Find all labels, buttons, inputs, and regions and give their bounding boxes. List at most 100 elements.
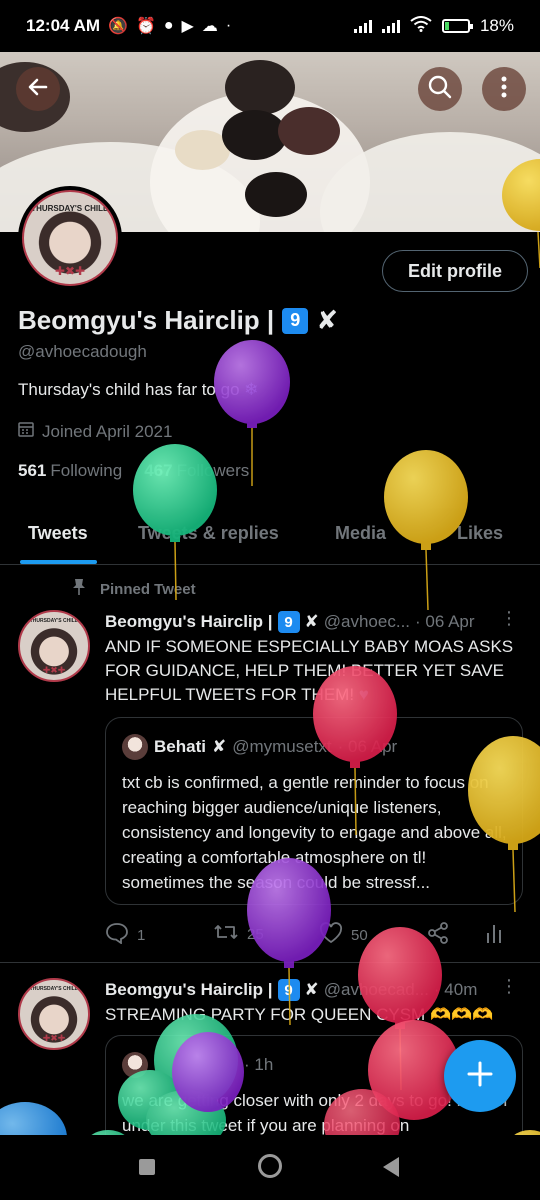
signal-icon [353, 19, 372, 33]
followers-link[interactable]: 467 Followers [144, 461, 249, 481]
tweet-more-icon[interactable]: ⋮ [500, 608, 518, 629]
number-badge: 9 [277, 611, 300, 633]
followers-count: 467 [144, 461, 173, 480]
calendar-icon [18, 421, 34, 442]
triangle-back-icon [383, 1157, 399, 1177]
signal-icon [381, 19, 400, 33]
retweet-icon [213, 922, 239, 946]
number-badge: 9 [282, 307, 309, 334]
avatar-marks: ✚✖✚ [42, 665, 66, 675]
tweet-text: AND IF SOMEONE ESPECIALLY BABY MOAS ASKS… [105, 635, 525, 707]
pinned-text: Pinned Tweet [100, 580, 196, 598]
arrow-left-icon [26, 75, 50, 104]
notification-icons: 🔕 ⏰ ● ▶ ☁ · [108, 16, 231, 36]
search-button[interactable] [418, 67, 462, 111]
more-options-button[interactable] [482, 67, 526, 111]
tweet-author-handle: @avhoecad... [323, 980, 429, 999]
tab-likes[interactable]: Likes [457, 523, 503, 544]
square-icon [139, 1159, 155, 1175]
follow-stats: 561 Following 467 Followers [18, 461, 249, 481]
tweet-text-content: STREAMING PARTY FOR QUEEN CYSM [105, 1005, 426, 1024]
analytics-button[interactable] [485, 922, 503, 948]
quoted-tweet-header: · 1h [122, 1052, 273, 1078]
analytics-icon [485, 922, 503, 948]
quoted-avatar [122, 734, 148, 760]
quoted-time: · 1h [244, 1055, 274, 1074]
alarm-icon: ⏰ [135, 18, 156, 35]
like-button[interactable]: 50 [319, 922, 368, 948]
tweet-more-icon[interactable]: ⋮ [500, 976, 518, 997]
like-count: 50 [351, 926, 368, 944]
tweet-avatar[interactable]: THURSDAY'S CHILD ✚✖✚ [18, 978, 90, 1050]
following-count: 561 [18, 461, 47, 480]
mute-icon: 🔕 [108, 18, 128, 35]
messenger-icon: ● [163, 17, 174, 34]
share-icon [427, 922, 449, 948]
compose-tweet-button[interactable] [444, 1040, 516, 1112]
system-nav-bar [0, 1135, 540, 1200]
following-link[interactable]: 561 Following [18, 461, 122, 481]
tweet-avatar[interactable]: THURSDAY'S CHILD ✚✖✚ [18, 610, 90, 682]
joined-text: Joined April 2021 [42, 421, 173, 441]
reply-icon [105, 922, 129, 948]
tweet-time: · 40m [433, 980, 478, 999]
profile-joined: Joined April 2021 [18, 421, 172, 442]
avatar-marks: ✚✖✚ [54, 264, 86, 278]
quoted-time: · 06 Apr [337, 737, 398, 756]
following-label: Following [50, 461, 123, 480]
profile-tabs: Tweets Tweets & replies Media Likes [0, 505, 540, 565]
battery-percent: 18% [479, 16, 514, 35]
tweet-divider [0, 962, 540, 963]
cross-icon: ✘ [304, 980, 319, 999]
tweet-author-name[interactable]: Beomgyu's Hairclip | [105, 980, 273, 1000]
kebab-menu-icon [501, 76, 507, 103]
tab-tweets-replies[interactable]: Tweets & replies [138, 523, 279, 544]
youtube-icon: ▶ [181, 18, 194, 35]
display-name-text: Beomgyu's Hairclip | [18, 305, 275, 335]
tweet-text: STREAMING PARTY FOR QUEEN CYSM 🫶🫶🫶 [105, 1003, 525, 1027]
recents-button[interactable] [138, 1158, 156, 1181]
battery-icon [441, 19, 473, 33]
cross-icon: ✘ [304, 612, 319, 631]
edit-profile-button[interactable]: Edit profile [382, 250, 528, 292]
back-nav-button[interactable] [382, 1156, 400, 1183]
wifi-icon [410, 15, 432, 37]
home-button[interactable] [257, 1153, 283, 1184]
quoted-avatar [122, 1052, 148, 1078]
search-icon [427, 74, 453, 105]
reply-button[interactable]: 1 [105, 922, 145, 948]
avatar-marks: ✚✖✚ [42, 1033, 66, 1043]
quoted-author-handle: @mymusetxt [232, 737, 332, 756]
retweet-button[interactable]: 25 [213, 922, 264, 946]
tweet-author-handle: @avhoec... [323, 612, 411, 631]
share-button[interactable] [427, 922, 449, 948]
tweet-header: Beomgyu's Hairclip | 9 ✘ @avhoecad... · … [105, 979, 477, 1001]
snowflake-icon: ❄ [244, 380, 259, 399]
bio-text: Thursday's child has far to go [18, 380, 240, 399]
profile-avatar[interactable]: THURSDAY'S CHILD ✚✖✚ [18, 186, 122, 290]
tab-media[interactable]: Media [335, 523, 386, 544]
profile-handle: @avhoecadough [18, 342, 147, 361]
number-badge: 9 [277, 979, 300, 1001]
tweet-author-name[interactable]: Beomgyu's Hairclip | [105, 612, 273, 632]
quoted-author-name: Behati [154, 737, 206, 756]
retweet-count: 25 [247, 925, 264, 943]
reply-count: 1 [137, 926, 146, 944]
quoted-tweet[interactable]: Behati ✘ @mymusetxt · 06 Apr txt cb is c… [105, 717, 523, 905]
active-tab-indicator [20, 560, 97, 564]
back-button[interactable] [16, 67, 60, 111]
cloud-icon: ☁ [201, 18, 218, 35]
heart-icon [319, 922, 343, 948]
profile-display-name: Beomgyu's Hairclip | 9 ✘ [18, 305, 338, 336]
avatar-caption: THURSDAY'S CHILD [31, 204, 109, 213]
tweet-text-content: AND IF SOMEONE ESPECIALLY BABY MOAS ASKS… [105, 637, 514, 704]
profile-bio: Thursday's child has far to go ❄ [18, 380, 259, 400]
status-bar: 12:04 AM 🔕 ⏰ ● ▶ ☁ · 18% [0, 0, 540, 52]
followers-label: Followers [176, 461, 250, 480]
heart-hands-icon: 🫶🫶🫶 [429, 1005, 494, 1024]
tab-tweets[interactable]: Tweets [28, 523, 88, 544]
status-time: 12:04 AM [26, 16, 101, 35]
cross-icon: ✘ [316, 305, 338, 335]
tweet-header: Beomgyu's Hairclip | 9 ✘ @avhoec... · 06… [105, 611, 475, 633]
blue-heart-icon: ♥ [358, 685, 369, 704]
